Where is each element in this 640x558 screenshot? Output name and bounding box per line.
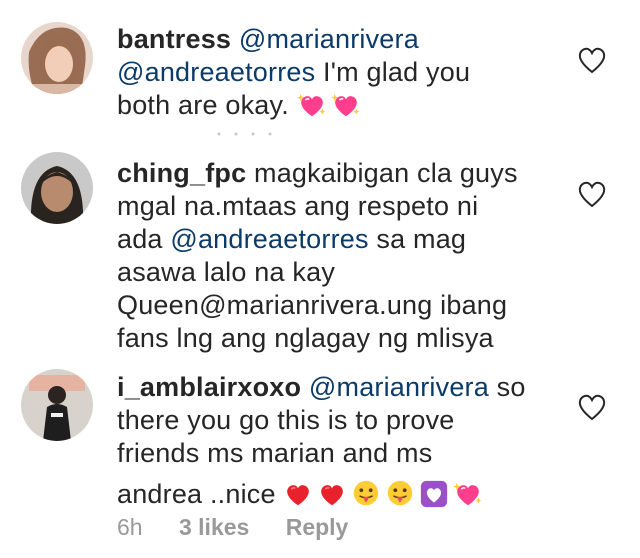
comment-body: sa mag	[368, 224, 467, 254]
red-heart-icon	[321, 485, 344, 506]
comment-body: ada	[117, 224, 171, 254]
mention-link[interactable]: @andreaetorres	[170, 224, 368, 254]
sparkling-heart-icon	[296, 93, 325, 117]
avatar[interactable]	[21, 152, 93, 224]
sparkling-heart-icon	[330, 93, 359, 117]
like-heart-icon[interactable]	[577, 46, 607, 74]
mention-link[interactable]: @marianrivera	[309, 372, 489, 402]
like-heart-icon[interactable]	[577, 393, 607, 421]
comment-body: Queen@marianrivera.ung ibang	[117, 290, 508, 320]
likes-count-button[interactable]: 3 likes	[179, 514, 249, 541]
avatar[interactable]	[21, 22, 93, 94]
reply-button[interactable]: Reply	[286, 514, 349, 541]
comment-body	[301, 372, 309, 402]
comment-body: there you go this is to prove	[117, 405, 455, 435]
comment-body: mgal na.mtaas ang respeto ni	[117, 191, 479, 221]
comment-body: asawa lalo na kay	[117, 257, 336, 287]
like-heart-icon[interactable]	[577, 180, 607, 208]
tongue-face-icon	[354, 480, 379, 506]
comment-text: i_amblairxoxo @marianrivera so there you…	[117, 371, 526, 511]
comment-body: I'm glad you	[315, 57, 471, 87]
avatar-image	[21, 22, 93, 94]
comment-body: magkaibigan cla guys	[246, 158, 518, 188]
comment-text: ching_fpc magkaibigan cla guys mgal na.m…	[117, 157, 518, 355]
heart-box-icon	[421, 480, 448, 508]
mention-link[interactable]: @marianrivera	[239, 24, 419, 54]
username[interactable]: ching_fpc	[117, 158, 246, 188]
comment-timestamp: 6h	[117, 514, 143, 540]
comment-text: bantress @marianrivera @andreaetorres I'…	[117, 23, 470, 122]
comment-body: so	[488, 372, 526, 402]
avatar-image	[21, 152, 93, 224]
comment-body: andrea ..nice	[117, 479, 284, 509]
sparkling-heart-icon	[453, 482, 482, 506]
avatar[interactable]	[21, 369, 93, 441]
avatar-image	[21, 369, 93, 441]
username[interactable]: bantress	[117, 24, 231, 54]
tongue-face-icon	[388, 480, 413, 506]
hidden-replies-divider	[217, 132, 272, 136]
mention-link[interactable]: @andreaetorres	[117, 57, 315, 87]
comment-body: fans lng ang nglagay ng mlisya	[117, 323, 494, 353]
comment-meta: 6h 3 likes Reply	[117, 514, 378, 541]
username[interactable]: i_amblairxoxo	[117, 372, 301, 402]
red-heart-icon	[287, 485, 310, 506]
comment-body: both are okay.	[117, 90, 297, 120]
comment-body: friends ms marian and ms	[117, 438, 433, 468]
